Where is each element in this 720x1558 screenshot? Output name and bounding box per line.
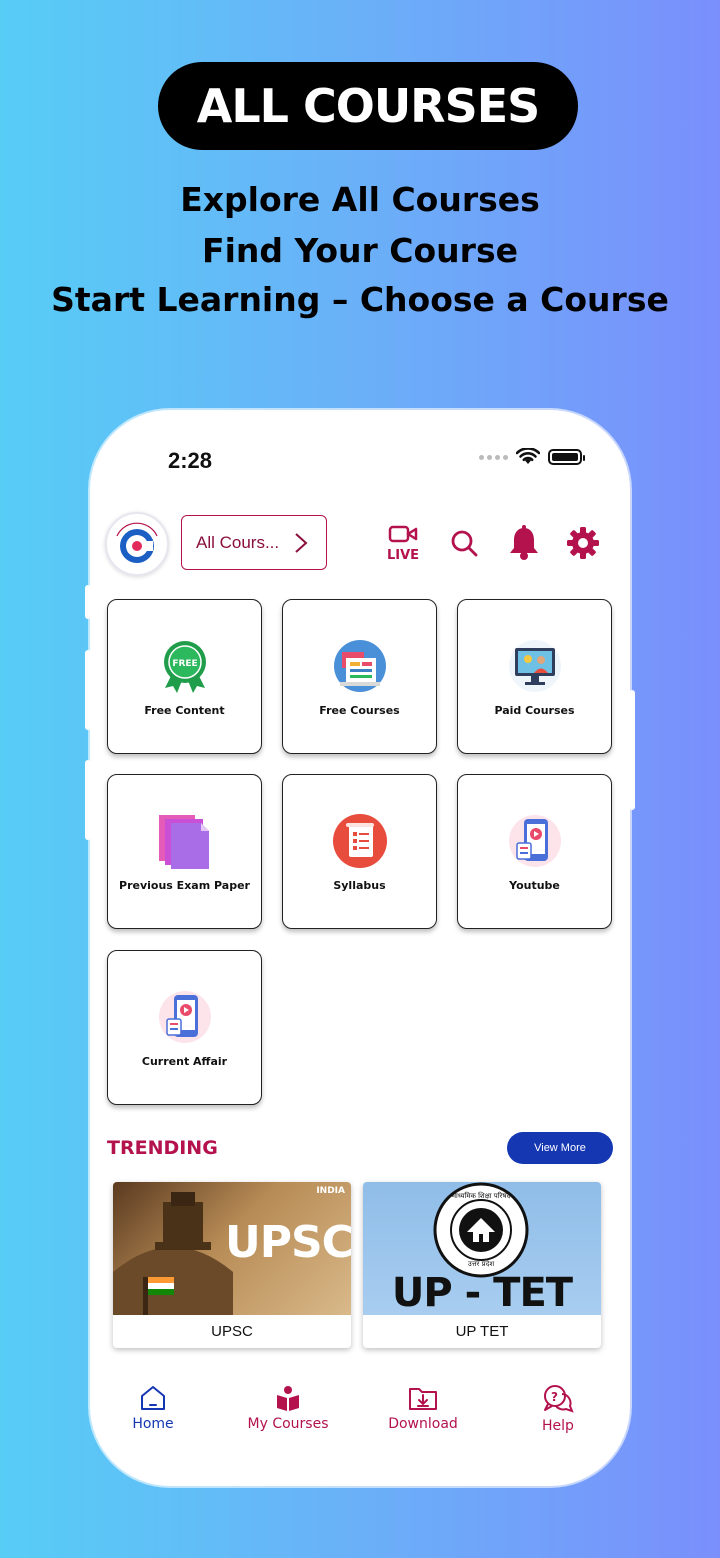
tile-free-courses[interactable]: Free Courses	[282, 599, 437, 754]
tile-youtube[interactable]: Youtube	[457, 774, 612, 929]
tile-syllabus[interactable]: Syllabus	[282, 774, 437, 929]
news-phone-icon	[158, 991, 211, 1043]
nav-label: Download	[388, 1416, 458, 1432]
svg-text:FREE: FREE	[172, 659, 197, 669]
video-phone-icon	[508, 815, 561, 867]
trending-card-up-tet[interactable]: माध्यमिक शिक्षा परिषद उत्तर प्रदेश UP - …	[363, 1182, 601, 1348]
tile-label: Free Courses	[319, 704, 400, 717]
tile-label: Current Affair	[141, 1055, 228, 1068]
book-reader-icon	[277, 1386, 299, 1411]
tile-label: Previous Exam Paper	[119, 879, 250, 892]
nav-help[interactable]: ? Help	[503, 1384, 613, 1434]
syllabus-icon	[332, 814, 387, 868]
up-tet-banner: माध्यमिक शिक्षा परिषद उत्तर प्रदेश UP - …	[363, 1182, 601, 1315]
tile-paid-courses[interactable]: Paid Courses	[457, 599, 612, 754]
tagline-line-2: Find Your Course	[202, 231, 518, 270]
search-icon	[451, 530, 478, 557]
nav-label: Home	[132, 1416, 174, 1432]
upsc-banner: UPSC INDIA	[113, 1182, 351, 1315]
teacher-screen-icon	[508, 640, 561, 692]
settings-button[interactable]	[563, 523, 603, 563]
tile-label: Paid Courses	[494, 704, 575, 717]
trending-card-upsc[interactable]: UPSC INDIA UPSC	[113, 1182, 351, 1348]
nav-home[interactable]: Home	[98, 1384, 208, 1432]
tile-label: Free Content	[144, 704, 225, 717]
upsc-banner-text: UPSC	[225, 1217, 351, 1268]
books-icon	[333, 640, 386, 692]
search-button[interactable]	[444, 523, 484, 563]
live-icon: LIVE	[387, 525, 419, 563]
free-badge-icon: FREE	[163, 641, 206, 693]
battery-icon	[548, 449, 585, 465]
tile-label: Youtube	[509, 879, 560, 892]
papers-icon	[158, 815, 209, 869]
nav-label: Help	[542, 1418, 574, 1434]
tile-previous-exam-paper[interactable]: Previous Exam Paper	[107, 774, 262, 929]
course-selector-label: All Cours...	[196, 532, 280, 552]
view-more-button[interactable]: View More	[507, 1132, 613, 1164]
status-icons	[479, 448, 585, 466]
bell-icon	[510, 525, 538, 560]
tagline-line-3: Start Learning – Choose a Course	[51, 280, 669, 319]
nav-download[interactable]: Download	[368, 1384, 478, 1432]
svg-text:LIVE: LIVE	[387, 548, 419, 563]
tile-free-content[interactable]: FREE Free Content	[107, 599, 262, 754]
home-icon	[141, 1386, 165, 1410]
notifications-button[interactable]	[504, 523, 544, 563]
tagline-line-1: Explore All Courses	[180, 180, 540, 219]
classwalla-logo[interactable]	[105, 512, 169, 576]
seal-title: माध्यमिक शिक्षा परिषद	[451, 1192, 511, 1200]
signal-icon	[479, 454, 508, 460]
status-time: 2:28	[168, 448, 213, 473]
live-button[interactable]: LIVE	[384, 523, 424, 563]
nav-my-courses[interactable]: My Courses	[233, 1384, 343, 1432]
up-tet-banner-text: UP - TET	[391, 1270, 573, 1315]
phone-screen: 2:28 All Cours... LIVE FREE Free Content…	[90, 410, 630, 1486]
svg-text:?: ?	[551, 1390, 558, 1404]
course-selector[interactable]: All Cours...	[181, 515, 327, 570]
nav-label: My Courses	[247, 1416, 329, 1432]
card-caption: UP TET	[455, 1323, 509, 1340]
tile-label: Syllabus	[333, 879, 386, 892]
help-chat-icon: ?	[544, 1385, 574, 1413]
seal-subtitle: उत्तर प्रदेश	[467, 1260, 495, 1268]
tile-current-affair[interactable]: Current Affair	[107, 950, 262, 1105]
download-folder-icon	[409, 1388, 437, 1410]
wifi-icon	[516, 448, 540, 464]
trending-heading: TRENDING	[107, 1137, 218, 1159]
all-courses-badge: ALL COURSES	[158, 62, 578, 150]
bottom-navigation: Home My Courses Download ? Help	[90, 1370, 630, 1440]
india-tv-logo: INDIA	[316, 1186, 345, 1196]
chevron-right-icon	[295, 533, 308, 553]
card-caption: UPSC	[211, 1323, 253, 1340]
gear-icon	[567, 527, 599, 559]
